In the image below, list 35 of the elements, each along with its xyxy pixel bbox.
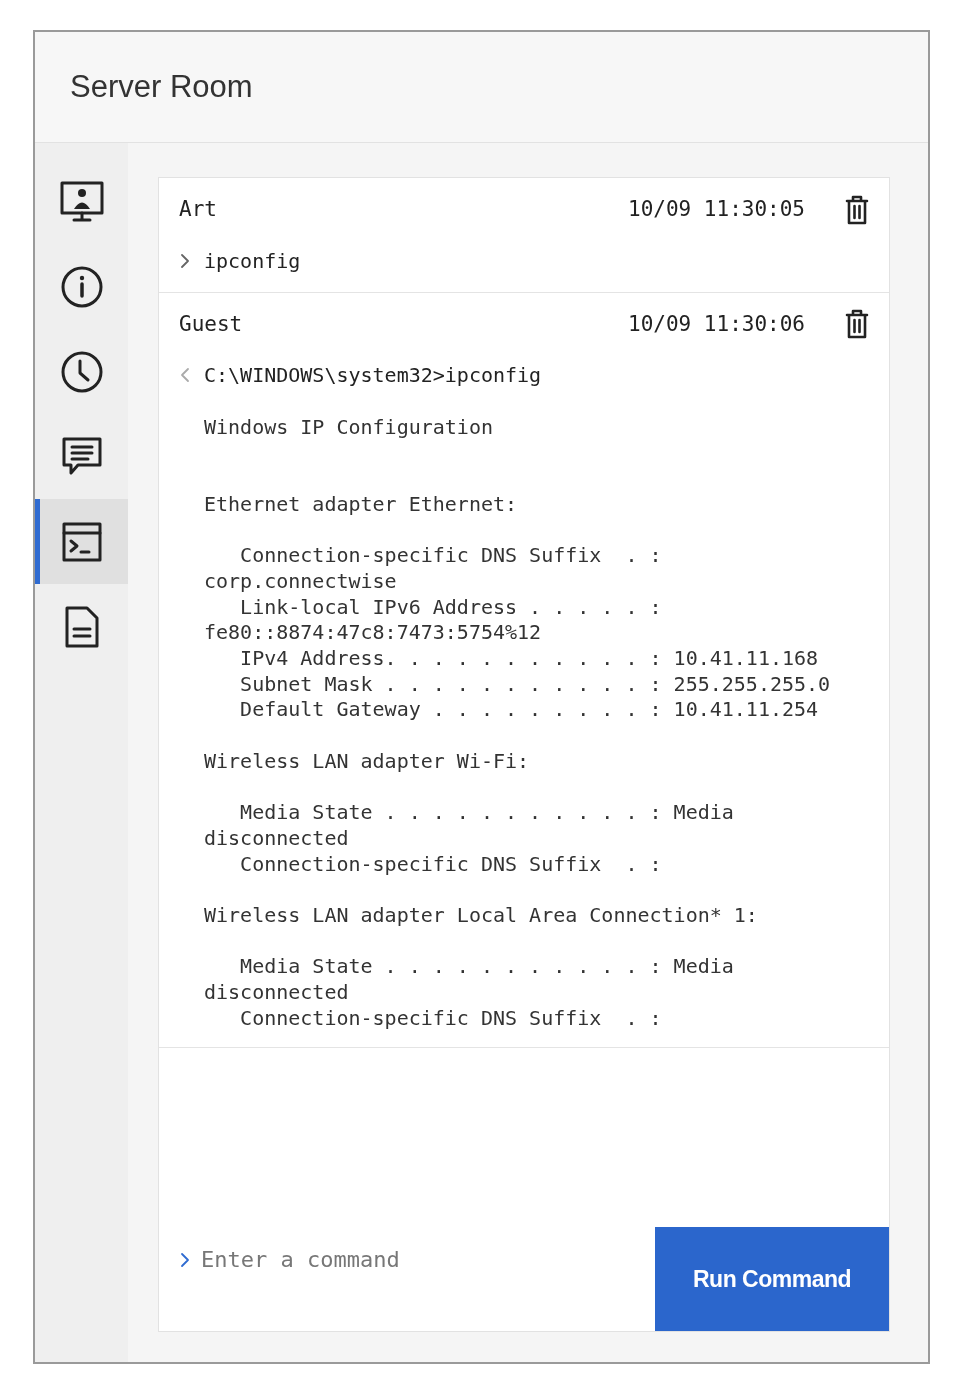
output-line: disconnected bbox=[204, 980, 349, 1006]
chevron-right-icon bbox=[179, 252, 191, 269]
trash-icon[interactable] bbox=[845, 194, 869, 225]
command-text: ipconfig bbox=[204, 247, 301, 275]
output-line: fe80::8874:47c8:7473:5754%12 bbox=[204, 620, 542, 646]
output-line: corp.connectwise bbox=[204, 568, 397, 595]
output-line: Wireless LAN adapter Wi-Fi: bbox=[204, 748, 530, 775]
output-line: Connection-specific DNS Suffix . : bbox=[239, 543, 662, 569]
info-icon bbox=[59, 264, 104, 309]
monitor-person-icon bbox=[58, 179, 105, 224]
output-line: disconnected bbox=[204, 825, 349, 852]
output-line: Default Gateway . . . . . . . . . : 10.41.11.254 bbox=[239, 697, 819, 723]
chevron-right-icon bbox=[179, 1251, 191, 1268]
output-line: Subnet Mask . . . . . . . . . . . : 255.255.255.0 bbox=[239, 671, 831, 698]
run-command-button[interactable]: Run Command bbox=[655, 1227, 889, 1331]
sidebar-item[interactable] bbox=[35, 499, 128, 584]
chevron-left-icon bbox=[179, 367, 191, 383]
trash-icon[interactable] bbox=[845, 309, 869, 340]
output-line: Connection-specific DNS Suffix . : bbox=[239, 851, 662, 878]
output-line: Ethernet adapter Ethernet: bbox=[204, 491, 518, 518]
output-line: Media State . . . . . . . . . . . : Media bbox=[239, 954, 734, 980]
output-line: IPv4 Address. . . . . . . . . . . : 10.41.11.168 bbox=[239, 645, 819, 672]
prompt-text: C:\WINDOWS\system32>ipconfig bbox=[204, 362, 542, 389]
sender-name: Art bbox=[179, 196, 217, 223]
output-line: Connection-specific DNS Suffix . : bbox=[239, 1005, 662, 1032]
output-line: Wireless LAN adapter Local Area Connection* 1: bbox=[204, 902, 758, 929]
window-title: Server Room bbox=[70, 67, 253, 106]
command-input[interactable]: Enter a command bbox=[201, 1243, 655, 1276]
output-line: Media State . . . . . . . . . . . : Media bbox=[239, 800, 734, 826]
message-time: 10/09 11:30:05 bbox=[628, 196, 805, 223]
output-line: Link-local IPv6 Address . . . . . : bbox=[239, 594, 662, 621]
output-line: Windows IP Configuration bbox=[204, 415, 493, 441]
message-time: 10/09 11:30:06 bbox=[628, 310, 805, 338]
sender-name: Guest bbox=[179, 310, 243, 338]
clock-icon bbox=[59, 349, 104, 394]
